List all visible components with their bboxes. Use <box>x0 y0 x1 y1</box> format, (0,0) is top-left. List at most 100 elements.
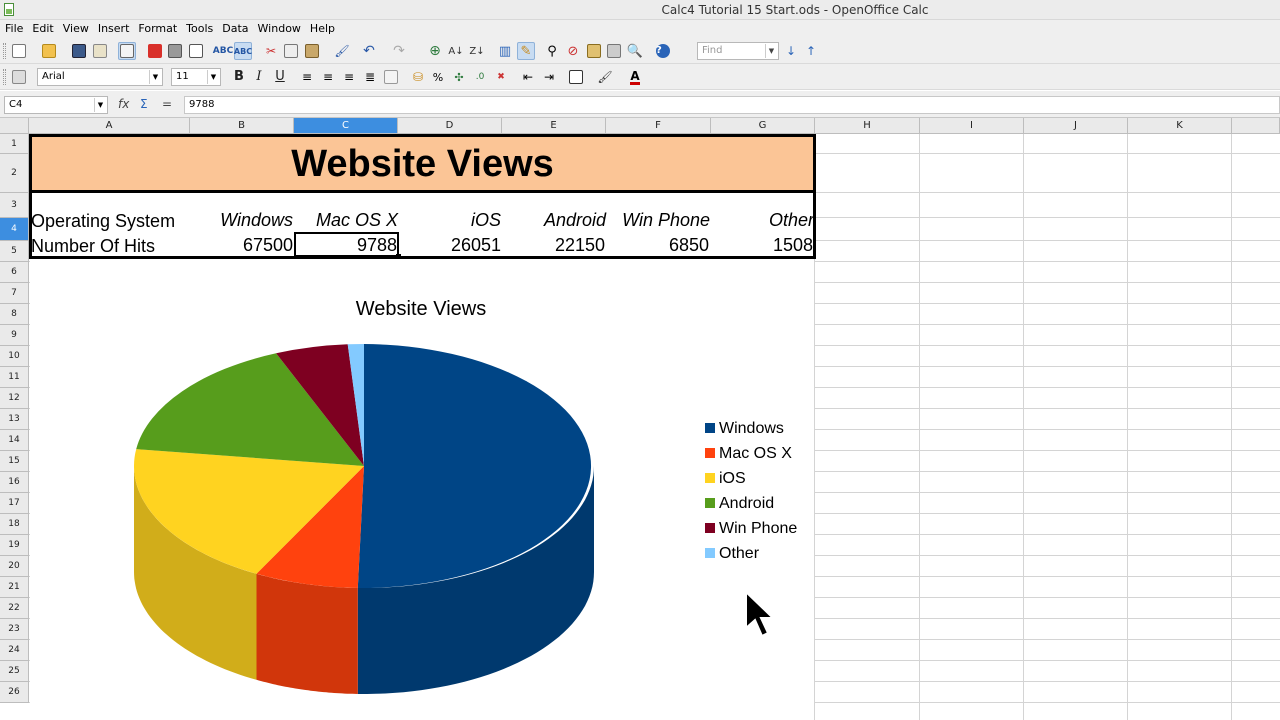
sort-ascending-icon[interactable]: A↓ <box>447 42 465 60</box>
chevron-down-icon[interactable]: ▼ <box>149 70 161 84</box>
align-right-icon[interactable]: ≡ <box>340 68 358 86</box>
row-header-8[interactable]: 8 <box>0 304 29 325</box>
cell-b4[interactable]: 67500 <box>243 235 293 256</box>
print-preview-icon[interactable] <box>187 42 205 60</box>
toolbar-grip[interactable] <box>3 43 6 59</box>
column-header-h[interactable]: H <box>815 118 920 134</box>
row-header-3[interactable]: 3 <box>0 193 29 218</box>
merge-cells-icon[interactable] <box>382 68 400 86</box>
currency-format-icon[interactable]: ⛁ <box>409 68 427 86</box>
menu-format[interactable]: Format <box>133 20 181 35</box>
font-name-select[interactable]: Arial ▼ <box>37 68 163 86</box>
hyperlink-icon[interactable]: ⊕ <box>426 42 444 60</box>
chevron-down-icon[interactable]: ▼ <box>765 44 777 58</box>
standard-format-icon[interactable]: ✣ <box>450 68 468 86</box>
find-previous-icon[interactable]: ↑ <box>802 42 820 60</box>
cell-e4[interactable]: 22150 <box>555 235 605 256</box>
row-header-16[interactable]: 16 <box>0 472 29 493</box>
decrease-indent-icon[interactable]: ⇤ <box>519 68 537 86</box>
gallery-icon[interactable] <box>585 42 603 60</box>
column-header-j[interactable]: J <box>1024 118 1128 134</box>
row-header-25[interactable]: 25 <box>0 661 29 682</box>
menu-data[interactable]: Data <box>217 20 252 35</box>
row-header-9[interactable]: 9 <box>0 325 29 346</box>
row-header-26[interactable]: 26 <box>0 682 29 703</box>
navigator-icon[interactable]: ⊘ <box>564 42 582 60</box>
cell-c3[interactable]: Mac OS X <box>316 210 398 231</box>
bold-button[interactable]: B <box>230 68 248 86</box>
row-header-13[interactable]: 13 <box>0 409 29 430</box>
percent-format-icon[interactable]: % <box>429 68 447 86</box>
menu-tools[interactable]: Tools <box>181 20 217 35</box>
cell-a3[interactable]: Operating System <box>31 211 175 232</box>
redo-icon[interactable]: ↷ <box>390 42 408 60</box>
column-header-g[interactable]: G <box>711 118 815 134</box>
clone-formatting-icon[interactable]: 🖌 <box>333 42 351 60</box>
column-header-f[interactable]: F <box>606 118 711 134</box>
cell-g3[interactable]: Other <box>769 210 814 231</box>
column-header-i[interactable]: I <box>920 118 1024 134</box>
row-header-23[interactable]: 23 <box>0 619 29 640</box>
column-header-d[interactable]: D <box>398 118 502 134</box>
autospellcheck-icon[interactable]: ABC <box>234 42 252 60</box>
row-header-20[interactable]: 20 <box>0 556 29 577</box>
add-decimal-icon[interactable]: .0 <box>471 68 489 86</box>
email-icon[interactable] <box>91 42 109 60</box>
show-draw-functions-icon[interactable]: ✎ <box>517 42 535 60</box>
cell-e3[interactable]: Android <box>544 210 606 231</box>
cell-b3[interactable]: Windows <box>220 210 293 231</box>
font-color-icon[interactable]: A <box>626 68 644 86</box>
find-next-icon[interactable]: ↓ <box>782 42 800 60</box>
spreadsheet-grid[interactable]: Website Views Windows Mac OS X iOS Android W… <box>0 118 1280 720</box>
column-header-a[interactable]: A <box>29 118 190 134</box>
column-header-k[interactable]: K <box>1128 118 1232 134</box>
row-header-21[interactable]: 21 <box>0 577 29 598</box>
menu-file[interactable]: File <box>0 20 27 35</box>
print-icon[interactable] <box>166 42 184 60</box>
row-header-7[interactable]: 7 <box>0 283 29 304</box>
chevron-down-icon[interactable]: ▼ <box>207 70 219 84</box>
cell-g4[interactable]: 1508 <box>773 235 813 256</box>
export-pdf-icon[interactable] <box>146 42 164 60</box>
font-size-select[interactable]: 11 ▼ <box>171 68 221 86</box>
find-replace-icon[interactable]: ⚲ <box>543 42 561 60</box>
row-header-10[interactable]: 10 <box>0 346 29 367</box>
underline-button[interactable]: U <box>271 68 289 86</box>
cut-icon[interactable]: ✂ <box>262 42 280 60</box>
undo-icon[interactable]: ↶ <box>360 42 378 60</box>
column-header-c[interactable]: C <box>294 118 398 134</box>
row-header-22[interactable]: 22 <box>0 598 29 619</box>
row-header-1[interactable]: 1 <box>0 134 29 154</box>
column-header-e[interactable]: E <box>502 118 606 134</box>
delete-decimal-icon[interactable]: ✖ <box>492 68 510 86</box>
save-icon[interactable] <box>70 42 88 60</box>
menu-insert[interactable]: Insert <box>93 20 134 35</box>
row-header-6[interactable]: 6 <box>0 262 29 283</box>
row-header-19[interactable]: 19 <box>0 535 29 556</box>
new-document-icon[interactable] <box>10 42 28 60</box>
row-header-4[interactable]: 4 <box>0 218 29 241</box>
justify-icon[interactable]: ≣ <box>361 68 379 86</box>
open-folder-icon[interactable] <box>40 42 58 60</box>
function-wizard-icon[interactable]: fx <box>118 97 129 111</box>
background-color-icon[interactable]: 🖌 <box>596 68 614 86</box>
chevron-down-icon[interactable]: ▼ <box>94 98 106 112</box>
align-left-icon[interactable]: ≡ <box>298 68 316 86</box>
row-header-18[interactable]: 18 <box>0 514 29 535</box>
sort-descending-icon[interactable]: Z↓ <box>468 42 486 60</box>
menu-help[interactable]: Help <box>305 20 339 35</box>
copy-icon[interactable] <box>282 42 300 60</box>
row-header-5[interactable]: 5 <box>0 241 29 262</box>
find-input[interactable]: Find ▼ <box>697 42 779 60</box>
function-equals-button[interactable]: = <box>162 97 172 111</box>
row-header-15[interactable]: 15 <box>0 451 29 472</box>
name-box[interactable]: C4 ▼ <box>4 96 108 114</box>
row-header-14[interactable]: 14 <box>0 430 29 451</box>
column-header-l[interactable] <box>1232 118 1280 134</box>
formula-input[interactable]: 9788 <box>184 96 1280 114</box>
toolbar-grip[interactable] <box>3 69 6 85</box>
row-header-24[interactable]: 24 <box>0 640 29 661</box>
cell-d4[interactable]: 26051 <box>451 235 501 256</box>
styles-formatting-icon[interactable] <box>10 68 28 86</box>
borders-icon[interactable] <box>567 68 585 86</box>
